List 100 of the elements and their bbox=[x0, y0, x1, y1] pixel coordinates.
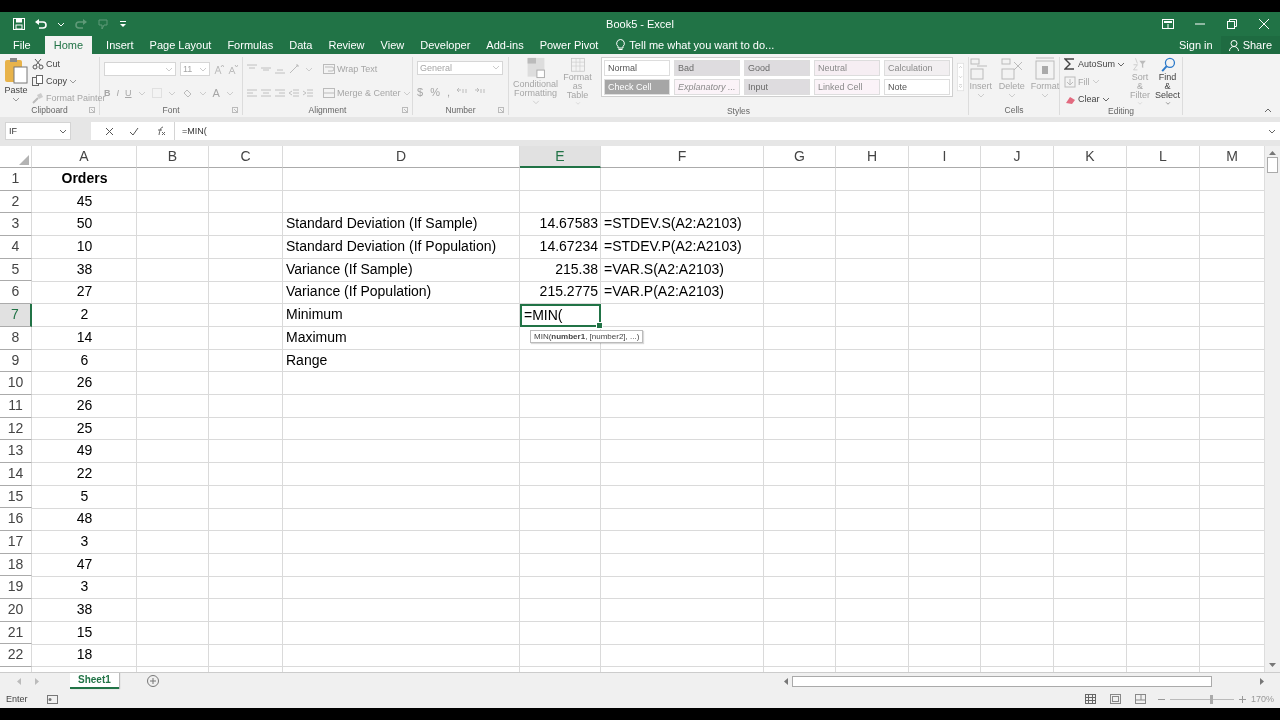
paste-button[interactable]: Paste bbox=[4, 57, 28, 105]
command-button[interactable]: Cut bbox=[32, 58, 106, 70]
caret-icon[interactable] bbox=[59, 127, 67, 135]
caret-icon[interactable] bbox=[1101, 95, 1110, 103]
table-cell-text: Maximum bbox=[285, 327, 348, 347]
redo-icon[interactable] bbox=[75, 19, 87, 29]
close-icon[interactable] bbox=[1258, 19, 1270, 29]
table-cell-text: 25 bbox=[75, 418, 94, 438]
sign-in-link[interactable]: Sign in bbox=[1171, 39, 1221, 51]
column-header[interactable]: E bbox=[520, 146, 601, 168]
save-icon[interactable] bbox=[13, 18, 25, 30]
align-center-icon[interactable] bbox=[261, 88, 271, 98]
row-header[interactable]: 6 bbox=[0, 281, 32, 305]
table-cell-text: 22 bbox=[75, 463, 94, 483]
person-icon bbox=[1228, 39, 1240, 51]
lightbulb-icon[interactable] bbox=[616, 39, 626, 51]
zoom-slider-thumb[interactable] bbox=[1209, 694, 1213, 704]
orientation-icon[interactable] bbox=[289, 64, 301, 74]
dialog-launcher-icon[interactable] bbox=[498, 107, 504, 113]
tell-me-field[interactable]: Tell me what you want to do... bbox=[629, 39, 775, 51]
caret-icon[interactable] bbox=[1117, 60, 1126, 68]
zoom-in-icon[interactable] bbox=[1238, 695, 1246, 703]
row-header[interactable]: 7 bbox=[0, 304, 32, 327]
table-cell-text: =VAR.P(A2:A2103) bbox=[603, 282, 725, 302]
formula-bar[interactable]: =MIN( bbox=[174, 122, 1280, 140]
new-sheet-icon[interactable] bbox=[146, 675, 159, 687]
increase-decimal-icon[interactable] bbox=[456, 87, 468, 96]
fill-color-icon[interactable] bbox=[181, 88, 193, 98]
row-header[interactable]: 19 bbox=[0, 576, 32, 600]
ribbon-tab[interactable]: Insert bbox=[98, 36, 142, 54]
align-middle-icon[interactable] bbox=[261, 64, 271, 74]
table-cell-text: 47 bbox=[75, 554, 94, 574]
row-header[interactable]: 16 bbox=[0, 508, 32, 531]
cell-style[interactable]: Normal bbox=[603, 60, 670, 76]
align-left-icon[interactable] bbox=[247, 88, 257, 98]
cell-style[interactable]: Bad bbox=[673, 60, 740, 76]
restore-icon[interactable] bbox=[1226, 19, 1238, 29]
scroll-left-icon[interactable] bbox=[783, 677, 788, 685]
cell-style[interactable]: Linked Cell bbox=[813, 79, 880, 95]
cell-style[interactable]: Calculation bbox=[883, 60, 950, 76]
table-cell-text: 2 bbox=[79, 305, 90, 325]
ribbon-tab[interactable]: Page Layout bbox=[141, 36, 220, 54]
sheet-tab[interactable]: Sheet1 bbox=[70, 673, 119, 689]
undo-icon[interactable] bbox=[35, 19, 47, 29]
ribbon-tab[interactable]: Power Pivot bbox=[531, 36, 607, 54]
scroll-thumb[interactable] bbox=[1267, 157, 1278, 173]
command-button[interactable]: Copy bbox=[32, 75, 106, 87]
scroll-right-icon[interactable] bbox=[1260, 677, 1265, 685]
caret-icon[interactable] bbox=[69, 77, 77, 85]
command-button[interactable]: AutoSum bbox=[1064, 58, 1126, 70]
ribbon-tab[interactable]: Developer bbox=[412, 36, 479, 54]
dialog-launcher-icon[interactable] bbox=[89, 107, 95, 113]
ribbon-tab[interactable]: Home bbox=[44, 36, 93, 54]
page-layout-view-icon[interactable] bbox=[1109, 694, 1121, 704]
name-box[interactable]: IF bbox=[5, 122, 71, 140]
cell-style[interactable]: Explanatory ... bbox=[673, 79, 740, 95]
normal-view-icon[interactable] bbox=[1084, 694, 1096, 704]
table-cell-text: Range bbox=[285, 350, 329, 370]
scroll-left-icon[interactable] bbox=[16, 678, 21, 685]
ribbon-tab[interactable]: Review bbox=[320, 36, 373, 54]
scroll-thumb[interactable] bbox=[792, 675, 1212, 687]
decrease-decimal-icon[interactable] bbox=[474, 87, 486, 96]
touch-mode-icon[interactable] bbox=[97, 18, 109, 30]
collapse-ribbon-icon[interactable] bbox=[1264, 107, 1272, 113]
scroll-up-icon[interactable] bbox=[1269, 150, 1276, 155]
macro-record-icon[interactable] bbox=[46, 694, 58, 704]
grow-font-icon[interactable] bbox=[214, 64, 224, 74]
cell-editor[interactable]: =MIN( bbox=[520, 304, 601, 327]
scroll-right-icon[interactable] bbox=[35, 678, 40, 685]
cancel-icon[interactable] bbox=[105, 126, 114, 136]
cell-style[interactable]: Good bbox=[743, 60, 810, 76]
cell-style[interactable]: Neutral bbox=[813, 60, 880, 76]
caret-icon[interactable] bbox=[12, 96, 20, 103]
command-button[interactable]: Find & Select bbox=[1155, 57, 1181, 106]
ribbon-tab[interactable]: View bbox=[372, 36, 413, 54]
row-header[interactable]: 22 bbox=[0, 644, 32, 668]
check-icon[interactable] bbox=[129, 126, 139, 136]
table-cell-text: 6 bbox=[79, 350, 90, 370]
ribbon-tab[interactable]: Formulas bbox=[219, 36, 282, 54]
increase-indent-icon[interactable] bbox=[303, 88, 313, 98]
ribbon-tab[interactable]: Add-ins bbox=[478, 36, 532, 54]
font-name-field[interactable] bbox=[104, 62, 176, 76]
command-button[interactable]: Clear bbox=[1064, 93, 1126, 105]
page-break-view-icon[interactable] bbox=[1134, 694, 1146, 704]
ribbon-tab[interactable]: Data bbox=[281, 36, 321, 54]
share-button[interactable]: Share bbox=[1220, 36, 1280, 54]
dialog-launcher-icon[interactable] bbox=[232, 107, 238, 113]
cell-style[interactable]: Note bbox=[883, 79, 950, 95]
caret-icon[interactable] bbox=[57, 20, 65, 28]
scroll-down-icon[interactable] bbox=[1269, 663, 1276, 668]
align-right-icon[interactable] bbox=[275, 88, 285, 98]
select-all-icon[interactable] bbox=[19, 155, 29, 165]
ribbon-display-icon[interactable] bbox=[1162, 19, 1174, 29]
ribbon-tab[interactable]: File bbox=[5, 36, 39, 54]
shrink-font-icon[interactable] bbox=[228, 64, 238, 74]
expand-icon[interactable] bbox=[1268, 127, 1276, 135]
decrease-indent-icon[interactable] bbox=[289, 88, 299, 98]
dialog-launcher-icon[interactable] bbox=[402, 107, 408, 113]
customize-icon[interactable] bbox=[119, 20, 127, 28]
cell-style[interactable]: Input bbox=[743, 79, 810, 95]
